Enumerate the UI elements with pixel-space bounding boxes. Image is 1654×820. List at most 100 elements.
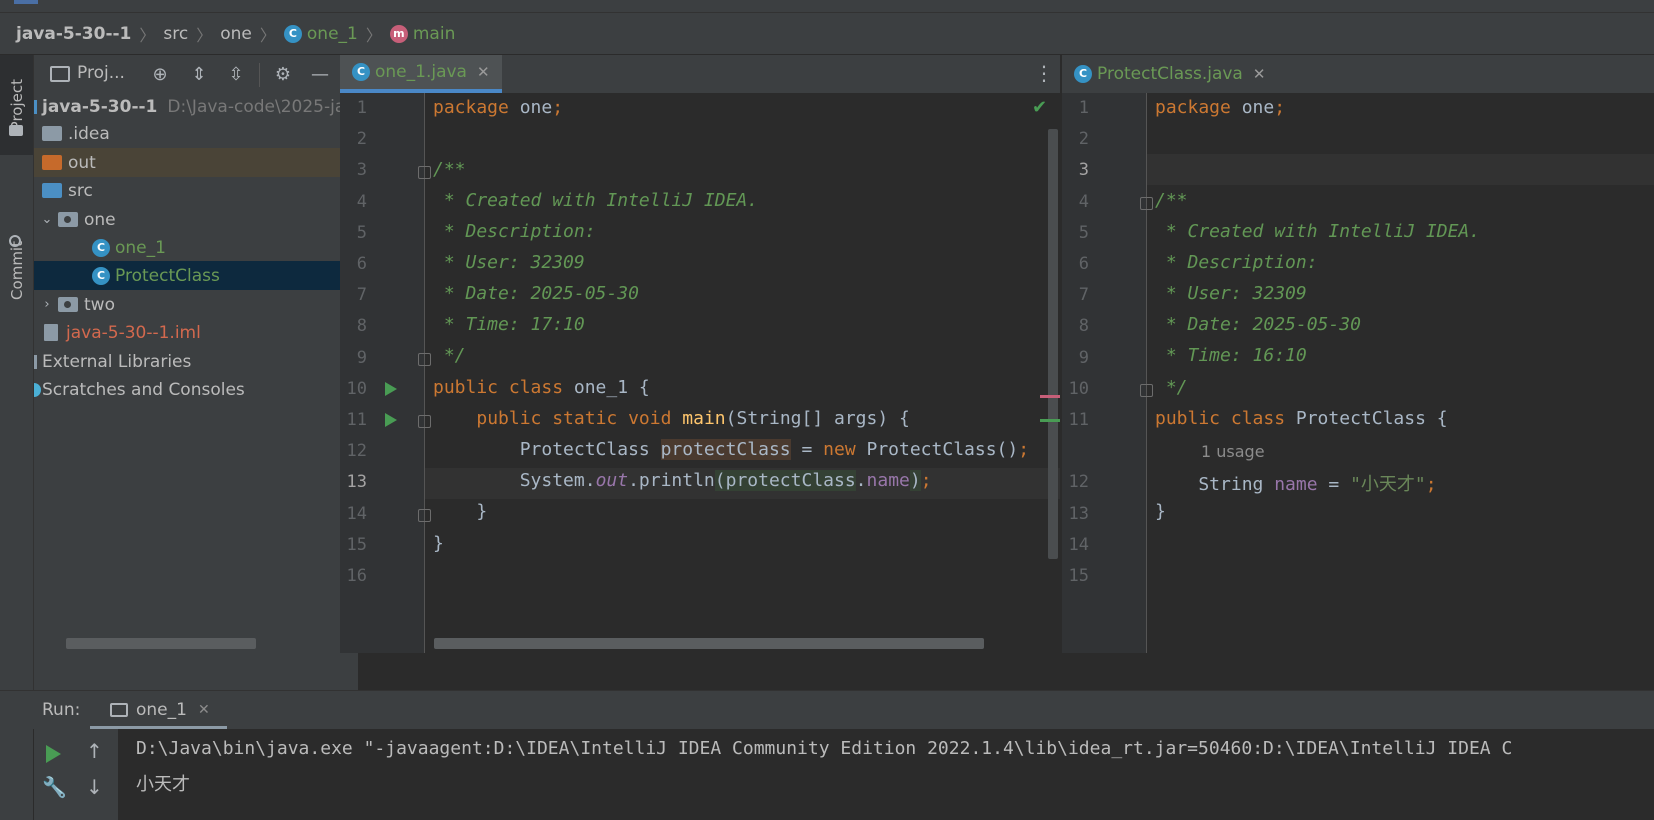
expand-all-icon[interactable]: ⇕ [187,63,211,87]
code-line: * Date: 2025-05-30 [1155,314,1361,335]
tree-item-scratches[interactable]: Scratches and Consoles [34,375,358,404]
run-class-icon[interactable] [385,382,397,396]
run-tab-one-1[interactable]: one_1 ✕ [90,691,227,729]
inspection-ok-icon[interactable]: ✔ [1032,97,1047,118]
line-number[interactable]: 11 [1062,410,1089,430]
code-line: * Description: [1155,252,1318,273]
line-number[interactable]: 9 [340,348,367,368]
locate-file-icon[interactable]: ⊕ [148,63,172,87]
line-number[interactable]: 6 [340,254,367,274]
right-code-editor[interactable]: 1 2 3 4 5 6 7 8 9 10 11 12 13 14 15 package one; /** *… [1062,93,1654,653]
gutter-divider [1146,93,1147,653]
project-panel-title[interactable]: Proj... [77,63,125,83]
fold-icon[interactable] [418,415,431,428]
breadcrumb-class-label: one_1 [306,23,358,44]
run-panel: Run: one_1 ✕ ↑ 🔧 ↓ D:\Java\bin\java.exe … [0,690,1654,820]
fold-icon[interactable] [418,353,431,366]
breadcrumb-separator-icon: 〉 [365,25,382,45]
navigation-bar: java-5-30--1 〉 src 〉 one 〉 C one_1 〉 m m… [0,13,1654,55]
line-number[interactable]: 2 [1062,129,1089,149]
project-panel: Proj... ⊕ ⇕ ⇳ ⚙ — java-5-30--1 D:\Java-c… [34,55,416,690]
line-number[interactable]: 13 [340,472,367,492]
arrow-down-icon[interactable]: ↓ [86,775,103,799]
left-vertical-scrollbar[interactable] [1048,129,1058,559]
tree-item-external-libraries[interactable]: External Libraries [34,347,358,376]
rerun-icon[interactable] [46,745,61,763]
more-tabs-icon[interactable]: ⋮ [1034,61,1054,85]
usage-hint[interactable]: 1 usage [1201,442,1265,461]
line-number[interactable]: 9 [1062,348,1089,368]
left-horizontal-scrollbar[interactable] [434,638,984,649]
line-number[interactable]: 7 [1062,285,1089,305]
line-number[interactable]: 15 [340,535,367,555]
tool-tab-project-label: Project [7,79,26,131]
tree-item-iml[interactable]: java-5-30--1.iml [34,318,368,347]
project-horizontal-scrollbar[interactable] [66,638,256,649]
tree-item-package-two[interactable]: › two [34,290,364,319]
minimize-icon[interactable]: — [308,63,332,87]
line-number[interactable]: 1 [1062,98,1089,118]
line-number[interactable]: 12 [340,441,367,461]
line-number[interactable]: 8 [340,316,367,336]
line-number[interactable]: 11 [340,410,367,430]
tab-protectclass-java[interactable]: C ProtectClass.java ✕ [1062,55,1278,93]
fold-icon[interactable] [418,166,431,179]
error-stripe-mark[interactable] [1040,395,1060,398]
line-number[interactable]: 3 [340,160,367,180]
line-number[interactable]: 7 [340,285,367,305]
chevron-right-icon[interactable]: › [40,297,54,312]
line-number[interactable]: 4 [1062,192,1089,212]
chevron-down-icon[interactable]: ⌄ [40,212,54,227]
line-number[interactable]: 8 [1062,316,1089,336]
window-icon [14,0,38,4]
tool-tab-commit[interactable]: Commit [0,215,33,325]
tree-item-package-one[interactable]: ⌄ one [34,205,364,234]
tree-item-root[interactable]: java-5-30--1 D:\Java-code\2025-jav [34,92,358,121]
line-number[interactable]: 10 [340,379,367,399]
breadcrumb-separator-icon: 〉 [259,25,276,45]
project-panel-header: Proj... ⊕ ⇕ ⇳ ⚙ — [34,55,358,95]
line-number[interactable]: 13 [1062,504,1089,524]
line-number[interactable]: 4 [340,192,367,212]
line-number[interactable]: 2 [340,129,367,149]
module-file-icon [44,324,58,341]
collapse-all-icon[interactable]: ⇳ [224,63,248,87]
fold-icon[interactable] [418,509,431,522]
breadcrumb-class-one-1[interactable]: C one_1 [283,23,358,44]
tree-item-src[interactable]: src [34,176,366,205]
line-number[interactable]: 5 [1062,223,1089,243]
close-icon[interactable]: ✕ [1253,65,1266,83]
breadcrumb-method-main[interactable]: m main [389,23,456,44]
tool-tab-project[interactable]: Project [0,55,33,155]
line-number[interactable]: 10 [1062,379,1089,399]
tree-item-out[interactable]: out [34,148,366,177]
line-number[interactable]: 15 [1062,566,1089,586]
line-number[interactable]: 1 [340,98,367,118]
change-stripe-mark[interactable] [1040,419,1060,422]
breadcrumb-project[interactable]: java-5-30--1 [16,24,131,44]
tab-one-1-java[interactable]: C one_1.java ✕ [340,55,502,93]
code-line: String name = "小天才"; [1155,474,1437,495]
breadcrumb-method-label: main [412,23,456,44]
line-number[interactable]: 16 [340,566,367,586]
left-code-editor[interactable]: 1 2 3 4 5 6 7 8 9 10 11 12 13 14 15 16 ✔ package one; /… [340,93,1060,653]
fold-icon[interactable] [1140,197,1153,210]
line-number[interactable]: 14 [340,504,367,524]
run-panel-header: Run: one_1 ✕ [0,691,1654,729]
breadcrumb-src[interactable]: src [163,24,188,44]
gear-icon[interactable]: ⚙ [271,63,295,87]
run-main-icon[interactable] [385,413,397,427]
arrow-up-icon[interactable]: ↑ [86,739,103,763]
close-icon[interactable]: ✕ [477,63,490,81]
close-icon[interactable]: ✕ [198,702,210,718]
line-number[interactable]: 3 [1062,160,1089,180]
line-number[interactable]: 12 [1062,472,1089,492]
breadcrumb-package-one[interactable]: one [220,24,252,44]
line-number[interactable]: 6 [1062,254,1089,274]
line-number[interactable]: 5 [340,223,367,243]
tree-item-label: src [68,180,93,201]
wrench-icon[interactable]: 🔧 [42,775,67,799]
tree-item-idea[interactable]: .idea [34,119,366,148]
line-number[interactable]: 14 [1062,535,1089,555]
fold-icon[interactable] [1140,384,1153,397]
